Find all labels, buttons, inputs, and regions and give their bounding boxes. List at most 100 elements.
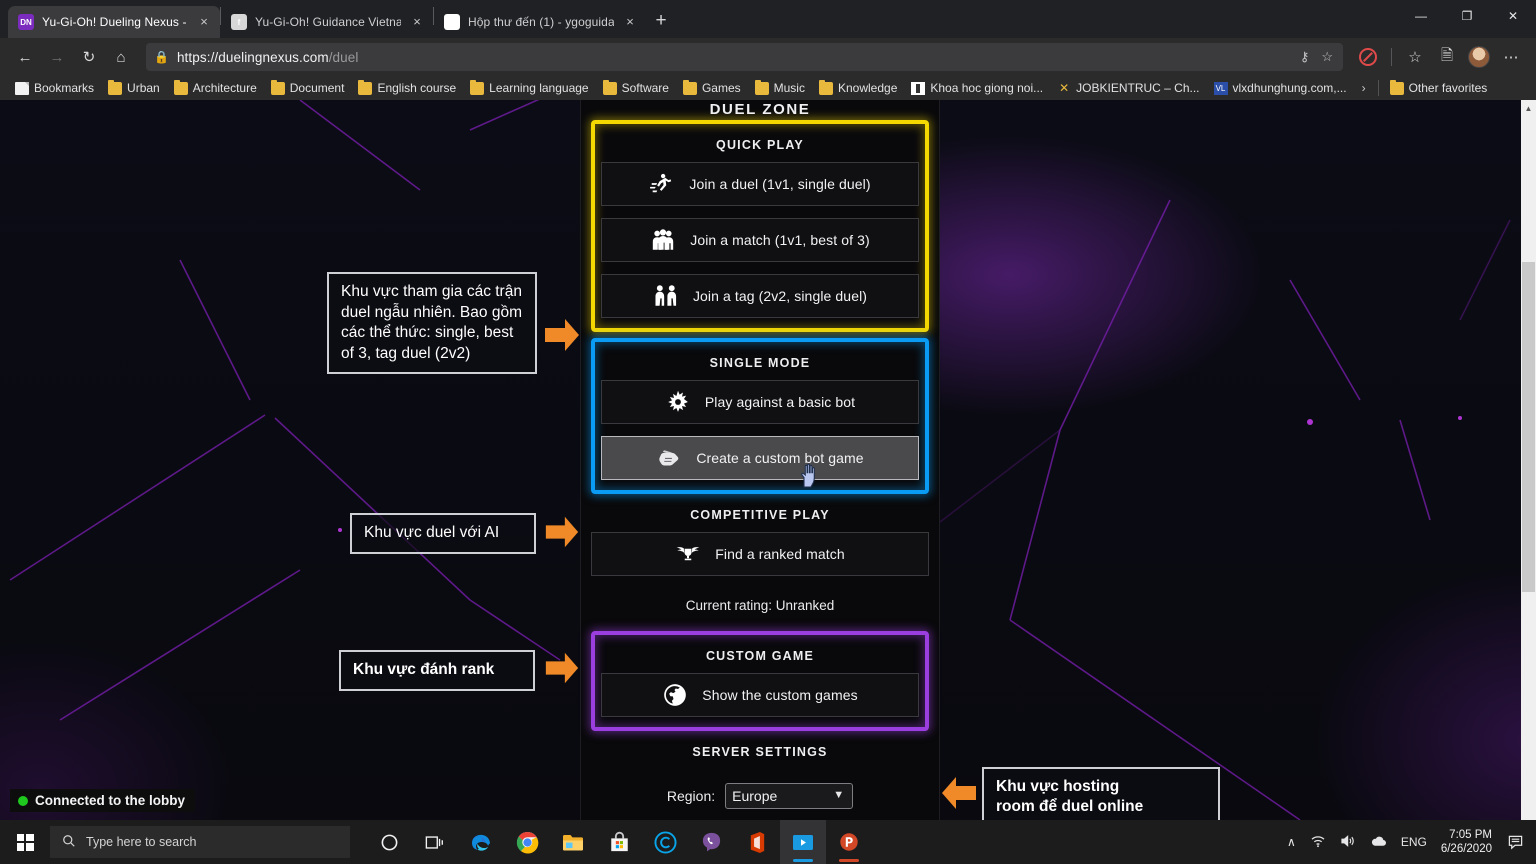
join-duel-button[interactable]: Join a duel (1v1, single duel) (601, 162, 919, 206)
other-favorites-folder[interactable]: Other favorites (1383, 79, 1495, 97)
tab-gmail-inbox[interactable]: M Hộp thư đến (1) - ygoguidance€ × (434, 6, 646, 38)
bookmark-item[interactable]: ✕JOBKIENTRUC – Ch... (1050, 79, 1206, 97)
tab-title: Hộp thư đến (1) - ygoguidance€ (468, 15, 614, 29)
clock[interactable]: 7:05 PM 6/26/2020 (1441, 828, 1492, 857)
folder-icon (174, 82, 188, 95)
clock-time: 7:05 PM (1441, 828, 1492, 842)
favorites-hub-icon[interactable]: ☆ (1400, 42, 1430, 72)
play-basic-bot-button[interactable]: Play against a basic bot (601, 380, 919, 424)
dueling-nexus-favicon: DN (18, 14, 34, 30)
onedrive-icon[interactable] (1370, 835, 1387, 850)
viber-icon[interactable] (688, 820, 734, 864)
scrollbar-thumb[interactable] (1522, 262, 1535, 592)
bookmark-label: Knowledge (838, 81, 897, 95)
bookmark-item[interactable]: Urban (101, 79, 167, 97)
reload-icon[interactable]: ↻ (74, 42, 104, 72)
clock-date: 6/26/2020 (1441, 842, 1492, 856)
arrow-to-quick-play (543, 315, 581, 360)
home-icon[interactable]: ⌂ (106, 42, 136, 72)
annotation-text: Khu vực đánh rank (353, 661, 494, 678)
microsoft-edge-icon[interactable] (458, 820, 504, 864)
single-mode-heading: SINGLE MODE (601, 348, 919, 380)
profile-avatar-icon[interactable] (1464, 42, 1494, 72)
bookmark-label: Bookmarks (34, 81, 94, 95)
tab-guidance-vietnam[interactable]: f Yu-Gi-Oh! Guidance Vietnam - H × (221, 6, 433, 38)
bookmark-item[interactable]: Khoa hoc giong noi... (904, 79, 1050, 97)
tracking-prevention-icon[interactable] (1353, 42, 1383, 72)
cortana-icon[interactable] (366, 820, 412, 864)
active-indicator (839, 859, 859, 862)
tab-close-icon[interactable]: × (409, 14, 425, 30)
join-tag-button[interactable]: Join a tag (2v2, single duel) (601, 274, 919, 318)
add-favorite-icon[interactable]: ☆ (1321, 49, 1333, 65)
new-tab-button[interactable]: + (646, 6, 676, 36)
back-icon[interactable]: ← (10, 42, 40, 72)
custom-game-highlight: CUSTOM GAME Show the custom games (591, 631, 929, 731)
bookmark-item[interactable]: Music (748, 79, 812, 97)
bookmark-item[interactable]: Document (264, 79, 352, 97)
button-label: Find a ranked match (715, 546, 845, 562)
wifi-icon[interactable] (1310, 834, 1326, 851)
bookmark-item[interactable]: Knowledge (812, 79, 904, 97)
bookmark-label: Learning language (489, 81, 588, 95)
notifications-icon[interactable] (1506, 833, 1524, 851)
microsoft-store-icon[interactable] (596, 820, 642, 864)
bookmark-label: JOBKIENTRUC – Ch... (1076, 81, 1199, 95)
folder-icon (271, 82, 285, 95)
bookmark-item[interactable]: Software (596, 79, 676, 97)
toolbar-divider (1391, 48, 1392, 66)
quick-play-heading: QUICK PLAY (601, 130, 919, 162)
powerpoint-icon[interactable] (826, 820, 872, 864)
tray-overflow-icon[interactable]: ∧ (1287, 835, 1296, 849)
language-indicator[interactable]: ENG (1401, 835, 1427, 849)
bookmark-item[interactable]: English course (351, 79, 463, 97)
address-bar[interactable]: 🔒 https://duelingnexus.com/duel ⚷ ☆ (146, 43, 1343, 71)
close-window-button[interactable]: ✕ (1490, 0, 1536, 32)
settings-more-icon[interactable]: ⋯ (1496, 42, 1526, 72)
collections-icon[interactable]: 🗎 (1432, 42, 1462, 72)
tab-close-icon[interactable]: × (622, 14, 638, 30)
scroll-up-icon[interactable]: ▲ (1521, 100, 1536, 116)
create-custom-bot-game-button[interactable]: Create a custom bot game (601, 436, 919, 480)
join-match-button[interactable]: Join a match (1v1, best of 3) (601, 218, 919, 262)
button-label: Join a match (1v1, best of 3) (690, 232, 870, 248)
speaker-icon[interactable] (1340, 834, 1356, 851)
microsoft-office-icon[interactable] (734, 820, 780, 864)
right-arrow-icon (543, 649, 581, 687)
region-select[interactable]: Europe (725, 783, 853, 809)
bookmark-item[interactable]: Learning language (463, 79, 595, 97)
tab-title: Yu-Gi-Oh! Dueling Nexus - Free (42, 15, 188, 29)
single-mode-highlight: SINGLE MODE Play against a basic bot Cre… (591, 338, 929, 494)
bookmark-item[interactable]: VLvlxdhunghung.com,... (1207, 79, 1354, 97)
window-controls: — ❐ ✕ (1398, 0, 1536, 38)
find-ranked-match-button[interactable]: Find a ranked match (591, 532, 929, 576)
tab-close-icon[interactable]: × (196, 14, 212, 30)
task-view-icon[interactable] (412, 820, 458, 864)
bookmarks-overflow-icon[interactable]: › (1354, 81, 1374, 95)
bookmark-label: Games (702, 81, 741, 95)
start-button[interactable] (2, 820, 48, 864)
page-scrollbar[interactable]: ▲ (1521, 100, 1536, 820)
bookmark-item[interactable]: Bookmarks (8, 79, 101, 97)
tab-dueling-nexus[interactable]: DN Yu-Gi-Oh! Dueling Nexus - Free × (8, 6, 220, 38)
minimize-button[interactable]: — (1398, 0, 1444, 32)
bookmark-label: Music (774, 81, 805, 95)
forward-icon[interactable]: → (42, 42, 72, 72)
maximize-button[interactable]: ❐ (1444, 0, 1490, 32)
omnibox-icons: ⚷ ☆ (1300, 49, 1335, 65)
winged-trophy-icon (675, 541, 701, 567)
google-chrome-icon[interactable] (504, 820, 550, 864)
show-custom-games-button[interactable]: Show the custom games (601, 673, 919, 717)
competitive-play-section: COMPETITIVE PLAY Find a ranked match Cur… (591, 494, 929, 625)
navigation-toolbar: ← → ↻ ⌂ 🔒 https://duelingnexus.com/duel … (0, 38, 1536, 76)
taskbar-search-box[interactable]: Type here to search (50, 826, 350, 858)
bookmark-item[interactable]: Games (676, 79, 748, 97)
copilot-circle-icon[interactable] (642, 820, 688, 864)
annotation-text-line2: room để duel online (996, 797, 1206, 817)
annotation-text: Khu vực duel với AI (364, 524, 499, 541)
bookmark-item[interactable]: Architecture (167, 79, 264, 97)
folder-icon (603, 82, 617, 95)
movies-tv-icon[interactable] (780, 820, 826, 864)
password-key-icon[interactable]: ⚷ (1300, 49, 1310, 65)
file-explorer-icon[interactable] (550, 820, 596, 864)
